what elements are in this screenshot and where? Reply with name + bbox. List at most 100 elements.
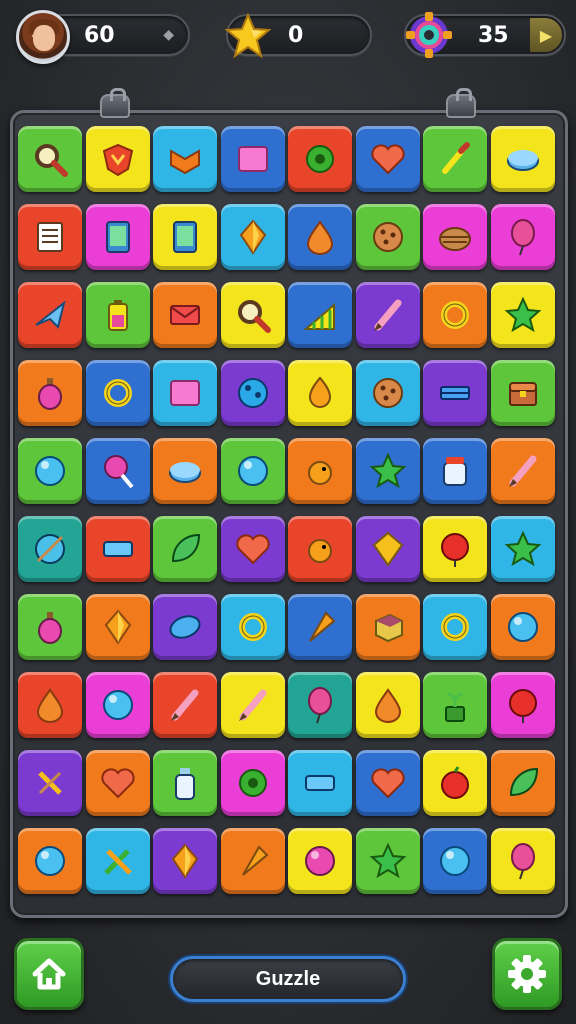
color-gear-icon [406,12,452,58]
tile-orange[interactable] [85,594,150,660]
home-icon [32,958,66,990]
tile-blue[interactable] [288,204,352,270]
tile-yellow[interactable] [490,126,555,192]
tile-red[interactable] [288,516,352,582]
tile-purple[interactable] [355,516,420,582]
chart-icon [300,295,340,335]
tile-purple[interactable] [355,282,420,348]
tile-green[interactable] [423,672,487,738]
tile-blue[interactable] [85,438,150,504]
tile-teal[interactable] [288,672,352,738]
tile-blue[interactable] [355,126,420,192]
tile-magenta[interactable] [490,672,555,738]
tile-green[interactable] [490,360,555,426]
tile-yellow[interactable] [220,282,285,348]
tile-orange[interactable] [423,282,487,348]
player-avatar[interactable] [16,10,70,64]
tile-orange[interactable] [18,360,82,426]
tile-cyan[interactable] [153,126,217,192]
tile-purple[interactable] [153,828,217,894]
tile-magenta[interactable] [85,204,150,270]
tile-yellow[interactable] [220,672,285,738]
tile-red[interactable] [18,672,82,738]
tile-green[interactable] [18,594,82,660]
tile-purple[interactable] [18,750,82,816]
tile-orange[interactable] [153,438,217,504]
tile-orange[interactable] [220,828,285,894]
tile-orange[interactable] [85,750,150,816]
tile-blue[interactable] [355,438,420,504]
tile-red[interactable] [18,282,82,348]
tile-green[interactable] [153,750,217,816]
tile-green[interactable] [18,126,82,192]
tile-teal[interactable] [18,516,82,582]
tile-orange[interactable] [288,438,352,504]
settings-button[interactable] [492,938,562,1010]
tile-cyan[interactable] [220,204,285,270]
tile-purple[interactable] [423,360,487,426]
tile-blue[interactable] [220,126,285,192]
tile-yellow[interactable] [490,828,555,894]
tile-blue[interactable] [288,594,352,660]
tile-yellow[interactable] [423,750,487,816]
tile-green[interactable] [355,204,420,270]
tile-magenta[interactable] [220,750,285,816]
tile-green[interactable] [153,516,217,582]
tile-red[interactable] [153,672,217,738]
drop-icon [368,685,408,725]
tile-green[interactable] [220,438,285,504]
home-button[interactable] [14,938,84,1010]
orb-icon [435,841,475,881]
ring-icon [233,607,273,647]
tile-yellow[interactable] [85,126,150,192]
tile-blue[interactable] [355,750,420,816]
tile-yellow[interactable] [288,360,352,426]
tile-green[interactable] [355,828,420,894]
tile-red[interactable] [18,204,82,270]
tile-yellow[interactable] [423,516,487,582]
tile-cyan[interactable] [153,360,217,426]
tile-green[interactable] [423,126,487,192]
tile-magenta[interactable] [423,204,487,270]
basket-icon [435,217,475,257]
tile-yellow[interactable] [490,282,555,348]
magnifier-icon [233,295,273,335]
tile-cyan[interactable] [288,750,352,816]
tile-orange[interactable] [153,282,217,348]
tile-blue[interactable] [423,828,487,894]
tile-orange[interactable] [355,594,420,660]
expand-icon[interactable]: ◆ [163,27,174,43]
top-hud: 60 ◆ 0 35 ▶ [0,0,576,80]
ball-pink-icon [300,841,340,881]
tile-red[interactable] [288,126,352,192]
ball-red-icon [435,529,475,569]
player-score-panel[interactable]: 60 ◆ [16,10,190,64]
tile-purple[interactable] [220,516,285,582]
tile-cyan[interactable] [355,360,420,426]
tile-yellow[interactable] [153,204,217,270]
tile-orange[interactable] [490,750,555,816]
tile-yellow[interactable] [355,672,420,738]
tile-orange[interactable] [18,828,82,894]
tile-magenta[interactable] [490,204,555,270]
tile-blue[interactable] [288,282,352,348]
tile-red[interactable] [85,516,150,582]
tile-yellow[interactable] [288,828,352,894]
tile-blue[interactable] [423,438,487,504]
tile-green[interactable] [18,438,82,504]
tile-orange[interactable] [490,594,555,660]
star-icon [503,529,543,569]
tile-blue[interactable] [85,360,150,426]
tile-purple[interactable] [153,594,217,660]
tile-purple[interactable] [220,360,285,426]
tile-cyan[interactable] [85,828,150,894]
ball-dots-icon [233,373,273,413]
tile-cyan[interactable] [423,594,487,660]
tile-green[interactable] [85,282,150,348]
tile-orange[interactable] [490,438,555,504]
tile-cyan[interactable] [220,594,285,660]
drop-icon [300,217,340,257]
tile-magenta[interactable] [85,672,150,738]
tile-cyan[interactable] [490,516,555,582]
add-coins-button[interactable]: ▶ [530,18,562,52]
